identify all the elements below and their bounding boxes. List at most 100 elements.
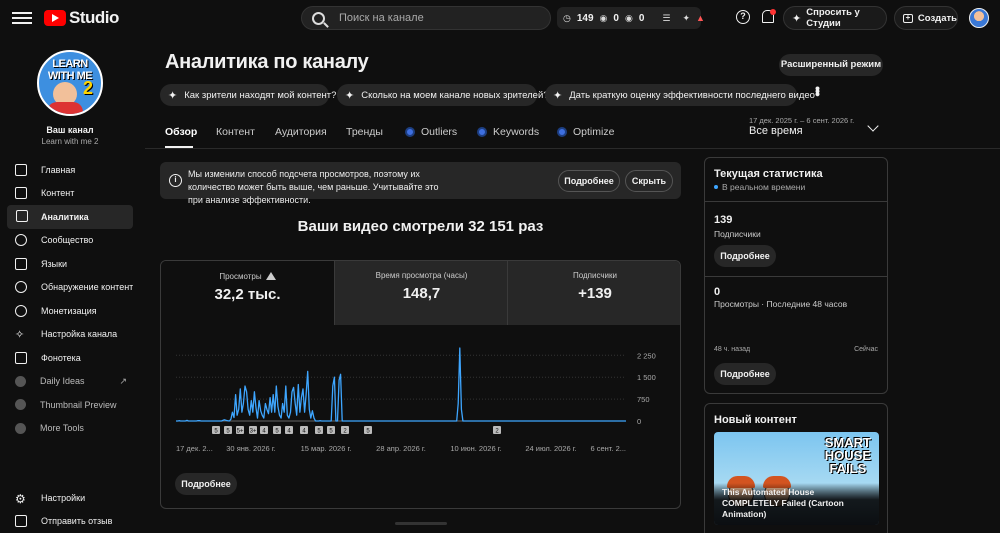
search-input[interactable] xyxy=(339,12,529,24)
notice-hide-button[interactable]: Скрыть xyxy=(625,170,673,192)
analytics-icon xyxy=(15,209,28,223)
sidebar-item-dashboard[interactable]: Главная xyxy=(7,158,133,182)
search-icon xyxy=(312,11,325,25)
sidebar-item-thumbnail-preview[interactable]: Thumbnail Preview xyxy=(7,393,133,417)
prompt-chip[interactable]: ✦ Сколько на моем канале новых зрителей? xyxy=(337,84,549,106)
alert-icon[interactable]: ▲ xyxy=(696,13,705,23)
x-tick-label: 17 дек. 2... xyxy=(176,444,213,453)
sparkle-icon: ✦ xyxy=(553,89,563,102)
sidebar-item-content[interactable]: Контент xyxy=(7,182,133,206)
tab-label: Keywords xyxy=(493,126,540,138)
customization-icon: ✧ xyxy=(15,329,25,342)
tab-content[interactable]: Контент xyxy=(216,126,255,138)
menu-icon[interactable] xyxy=(12,9,32,27)
avatar-body xyxy=(47,102,83,114)
more-vert-icon[interactable]: ••• xyxy=(810,86,826,95)
extension-icon xyxy=(557,127,567,137)
realtime-live-label: В реальном времени xyxy=(714,182,805,192)
search-bar[interactable] xyxy=(301,6,551,30)
sidebar-item-content-detection[interactable]: Обнаружение контент... xyxy=(7,276,133,300)
metric-label: Подписчики xyxy=(572,271,617,280)
sidebar-item-label: Настройки xyxy=(41,492,86,503)
realtime-card: Текущая статистика В реальном времени 13… xyxy=(704,157,888,394)
open-external-icon: ↗ xyxy=(119,375,127,386)
metric-value: 32,2 тыс. xyxy=(214,286,281,303)
realtime-views-value: 0 xyxy=(714,286,721,298)
extension-icon xyxy=(477,127,487,137)
metric-watch-time[interactable]: Время просмотра (часы) 148,7 xyxy=(335,261,508,325)
tab-label: Контент xyxy=(216,126,255,138)
sidebar-item-languages[interactable]: Языки xyxy=(7,252,133,276)
pin-icon[interactable]: ✦ xyxy=(682,13,690,24)
chevron-down-icon[interactable] xyxy=(867,120,879,132)
tab-label: Optimize xyxy=(573,126,615,138)
thumbnail-line: FAILS xyxy=(829,461,867,476)
sidebar-item-daily-ideas[interactable]: Daily Ideas ↗ xyxy=(7,370,133,394)
community-icon xyxy=(15,234,27,247)
metric-views[interactable]: Просмотры 32,2 тыс. xyxy=(161,261,334,325)
sparkle-icon: ✦ xyxy=(168,89,178,102)
y-tick-label: 1 500 xyxy=(637,373,656,382)
prompt-chip[interactable]: ✦ Как зрители находят мой контент? xyxy=(160,84,336,106)
scroll-indicator xyxy=(395,522,447,525)
realtime-more-button[interactable]: Подробнее xyxy=(714,245,776,267)
sidebar-item-community[interactable]: Сообщество xyxy=(7,229,133,253)
metric-value: 148,7 xyxy=(402,285,441,302)
sidebar-item-label: Сообщество xyxy=(41,235,94,246)
upload-marker-label: 5+ xyxy=(237,429,244,435)
views-line-chart[interactable]: 2 2501 50075005 5 5+ 3+ 4 5 4 4 5 5 2 5 217 дек. 2..… xyxy=(161,325,681,465)
sidebar-item-audio-library[interactable]: Фонотека xyxy=(7,346,133,370)
prompt-chip[interactable]: ✦ Дать краткую оценку эффективности после… xyxy=(545,84,815,106)
gear-icon: ⚙ xyxy=(15,491,26,506)
realtime-more-button[interactable]: Подробнее xyxy=(714,363,776,385)
tab-trends[interactable]: Тренды xyxy=(346,126,383,138)
ask-studio-button[interactable]: ✦ Спросить у Студии xyxy=(783,6,887,30)
tab-overview[interactable]: Обзор xyxy=(165,126,197,138)
divider xyxy=(507,261,508,325)
sidebar-item-more-tools[interactable]: More Tools xyxy=(7,417,133,441)
feedback-icon xyxy=(15,515,27,528)
views-series-line xyxy=(176,347,626,422)
stat-a: 0 xyxy=(613,12,619,24)
list-icon[interactable]: ☰ xyxy=(662,13,670,24)
date-range-selector[interactable]: Все время xyxy=(749,125,803,137)
studio-logo[interactable]: Studio xyxy=(44,8,119,28)
channel-stats-pill[interactable]: ◷ 149 ◉ 0 ◉ 0 ☰ ✦ ▲ xyxy=(557,7,705,29)
sidebar-item-label: Настройка канала xyxy=(41,329,118,340)
tab-label: Обзор xyxy=(165,126,198,138)
live-dot-icon xyxy=(714,185,718,189)
sidebar-item-customization[interactable]: ✧ Настройка канала xyxy=(7,323,133,347)
sidebar-item-label: Аналитика xyxy=(41,211,89,222)
tab-audience[interactable]: Аудитория xyxy=(275,126,327,138)
sidebar-item-analytics[interactable]: Аналитика xyxy=(7,205,133,229)
channel-avatar[interactable]: LEARN WITH ME 2 xyxy=(37,50,103,116)
stat-b: 0 xyxy=(638,12,645,24)
account-avatar[interactable] xyxy=(969,8,989,28)
extension-icon xyxy=(15,422,26,434)
sidebar-item-label: Thumbnail Preview xyxy=(40,399,117,410)
divider xyxy=(705,276,887,277)
tab-optimize[interactable]: Optimize xyxy=(557,126,614,138)
video-thumbnail[interactable]: SMART HOUSE FAILS This Automated House C… xyxy=(714,432,879,525)
advanced-mode-button[interactable]: Расширенный режим xyxy=(779,54,883,76)
chip-label: Сколько на моем канале новых зрителей? xyxy=(361,89,549,101)
tab-outliers[interactable]: Outliers xyxy=(405,126,457,138)
divider xyxy=(334,261,335,325)
sidebar-item-settings[interactable]: ⚙ Настройки xyxy=(7,486,133,510)
tab-keywords[interactable]: Keywords xyxy=(477,126,539,138)
sidebar-item-monetization[interactable]: Монетизация xyxy=(7,299,133,323)
sidebar-bottom: ⚙ Настройки Отправить отзыв xyxy=(7,486,133,533)
see-more-button[interactable]: Подробнее xyxy=(175,473,237,495)
tab-label: Тренды xyxy=(346,126,383,138)
chip-label: Как зрители находят мой контент? xyxy=(184,89,337,101)
realtime-axis-end: Сейчас xyxy=(854,346,878,353)
notifications-icon[interactable] xyxy=(760,9,776,25)
channel-name: Ваш канал xyxy=(46,125,94,135)
metric-subscribers[interactable]: Подписчики +139 xyxy=(508,261,680,325)
metric-label: Просмотры xyxy=(219,272,262,281)
sidebar-item-feedback[interactable]: Отправить отзыв xyxy=(7,510,133,533)
help-icon[interactable]: ? xyxy=(736,10,750,24)
views-headline: Ваши видео смотрели 32 151 раз xyxy=(297,218,544,235)
notice-more-button[interactable]: Подробнее xyxy=(558,170,620,192)
create-button[interactable]: + Создать xyxy=(894,6,958,30)
